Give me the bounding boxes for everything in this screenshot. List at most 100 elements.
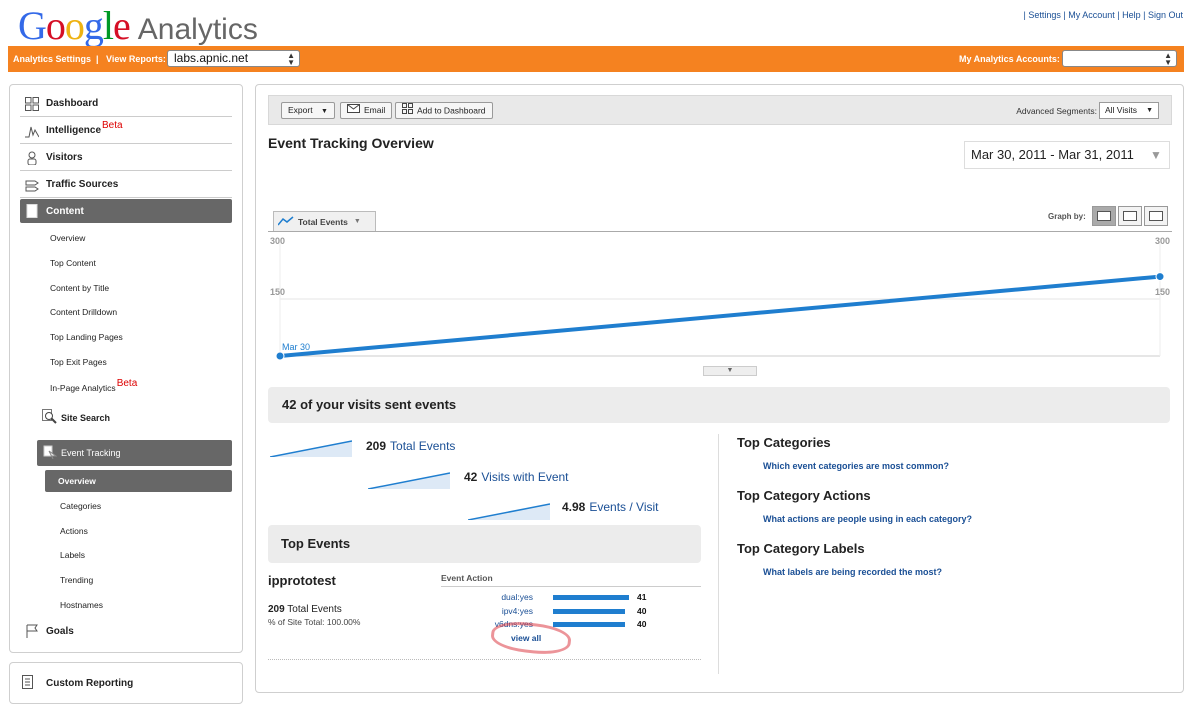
total-events-link[interactable]: Total Events (390, 439, 455, 453)
my-accounts-select[interactable]: ▲ ▼ (1062, 50, 1177, 67)
content-sub-in-page-analytics[interactable]: In-Page AnalyticsBeta (50, 378, 137, 394)
left-nav: Dashboard Intelligence Beta Visitors Traf… (9, 84, 243, 653)
event-category-name: ipprototest (268, 573, 336, 588)
magnifier-icon (42, 409, 57, 426)
nav-content[interactable]: Content (20, 199, 232, 223)
beta-badge: Beta (116, 378, 138, 389)
sparkline-total-events (270, 440, 352, 457)
event-action-bar (553, 595, 629, 600)
event-sub-categories[interactable]: Categories (60, 501, 101, 511)
add-to-dashboard-button[interactable]: Add to Dashboard (395, 102, 493, 119)
analytics-settings-link[interactable]: Analytics Settings (13, 54, 91, 64)
nav-custom-reporting[interactable]: Custom Reporting (9, 662, 243, 704)
nav-goals[interactable]: Goals (20, 618, 232, 644)
event-action-bar (553, 622, 626, 627)
stat-events-per-visit: 4.98 Events / Visit (562, 500, 659, 514)
date-range-picker[interactable]: Mar 30, 2011 - Mar 31, 2011 ▼ (964, 141, 1170, 169)
dropdown-arrow-icon: ▼ (1146, 107, 1153, 114)
sparkline-events-per-visit (468, 503, 550, 520)
content-sub-top-landing-pages[interactable]: Top Landing Pages (50, 332, 123, 342)
event-action-rule (441, 586, 701, 587)
nav-event-tracking[interactable]: Event Tracking (37, 440, 232, 466)
dashboard-icon (24, 96, 40, 112)
page-title: Event Tracking Overview (268, 135, 434, 151)
content-sub-top-content[interactable]: Top Content (50, 258, 96, 268)
logo-google: Google (18, 3, 131, 48)
dropdown-arrow-icon: ▼ (353, 218, 361, 225)
export-button[interactable]: Export ▼ (281, 102, 335, 119)
orange-nav-bar: Analytics Settings | View Reports: labs.… (8, 46, 1184, 72)
settings-link[interactable]: Settings (1028, 10, 1061, 20)
email-button[interactable]: Email (340, 102, 393, 119)
event-sub-overview[interactable]: Overview (45, 470, 232, 492)
envelope-icon (347, 103, 360, 118)
stat-visits-with-event: 42 Visits with Event (464, 470, 569, 484)
series-line-total-events (279, 274, 1161, 358)
dropdown-arrow-icon: ▼ (1150, 148, 1162, 162)
nav-traffic-sources[interactable]: Traffic Sources (20, 172, 232, 198)
nav-site-search[interactable]: Site Search (42, 409, 110, 426)
content-sub-content-by-title[interactable]: Content by Title (50, 283, 109, 293)
graph-by-month-button[interactable] (1144, 206, 1168, 226)
help-link[interactable]: Help (1122, 10, 1141, 20)
chart-resize-handle[interactable]: ▼ (703, 366, 757, 376)
y-tick-label: 150 (270, 287, 285, 297)
content-icon (24, 203, 40, 219)
select-arrows-icon: ▲ ▼ (1164, 51, 1172, 67)
report-toolbar: Export ▼ Email Add to Dashboard Advanced… (268, 95, 1172, 125)
advanced-segments-select[interactable]: All Visits ▼ (1099, 102, 1159, 119)
top-category-actions-link[interactable]: What actions are people using in each ca… (763, 514, 972, 524)
data-point (275, 351, 285, 361)
top-categories-title: Top Categories (737, 435, 831, 450)
top-links: | Settings | My Account | Help | Sign Ou… (1023, 10, 1183, 20)
nav-dashboard[interactable]: Dashboard (20, 91, 232, 117)
event-action-name[interactable]: ipv4:yes (502, 606, 533, 616)
visits-with-event-link[interactable]: Visits with Event (481, 470, 568, 484)
visitor-icon (24, 150, 40, 166)
event-tracking-icon (43, 445, 58, 461)
top-category-actions-title: Top Category Actions (737, 488, 871, 503)
view-all-link[interactable]: view all (511, 633, 541, 643)
graph-by-label: Graph by: (1048, 212, 1086, 221)
calendar-month-icon (1149, 211, 1163, 221)
event-action-name[interactable]: dual:yes (501, 592, 533, 602)
google-analytics-logo: Google Analytics (18, 2, 258, 48)
x-tick-label: Mar 30 (282, 342, 310, 352)
view-reports-select[interactable]: labs.apnic.net ▲ ▼ (167, 50, 300, 67)
top-category-labels-title: Top Category Labels (737, 541, 865, 556)
dropdown-arrow-icon: ▼ (320, 108, 328, 115)
graph-by-day-button[interactable] (1092, 206, 1116, 226)
event-sub-actions[interactable]: Actions (60, 526, 88, 536)
data-point (1155, 272, 1165, 282)
sparkline-visits-with-event (368, 472, 450, 489)
event-sub-hostnames[interactable]: Hostnames (60, 600, 103, 610)
view-reports-label: View Reports: (106, 54, 166, 64)
category-total-events: 209 Total Events (268, 604, 342, 615)
metric-tab-total-events[interactable]: Total Events ▼ (273, 211, 376, 231)
nav-intelligence[interactable]: Intelligence Beta (20, 118, 232, 144)
calendar-week-icon (1123, 211, 1137, 221)
line-chart-svg: 300 300 150 150 Mar 30 (270, 236, 1170, 361)
content-sub-content-drilldown[interactable]: Content Drilldown (50, 307, 117, 317)
nav-visitors[interactable]: Visitors (20, 145, 232, 171)
event-sub-trending[interactable]: Trending (60, 575, 93, 585)
sign-out-link[interactable]: Sign Out (1148, 10, 1183, 20)
top-category-labels-link[interactable]: What labels are being recorded the most? (763, 567, 942, 577)
graph-by-week-button[interactable] (1118, 206, 1142, 226)
event-action-row: ipv4:yes 40 (441, 606, 651, 618)
events-per-visit-link[interactable]: Events / Visit (589, 500, 658, 514)
line-chart-icon (277, 215, 294, 228)
advanced-segments-label: Advanced Segments: (1016, 106, 1097, 116)
content-sub-overview[interactable]: Overview (50, 233, 85, 243)
report-icon (22, 674, 34, 692)
dotted-divider (268, 659, 701, 660)
top-categories-link[interactable]: Which event categories are most common? (763, 461, 949, 471)
event-sub-labels[interactable]: Labels (60, 550, 85, 560)
my-account-link[interactable]: My Account (1068, 10, 1115, 20)
top-events-header: Top Events (268, 525, 701, 563)
content-sub-top-exit-pages[interactable]: Top Exit Pages (50, 357, 107, 367)
stat-total-events: 209 Total Events (366, 439, 456, 453)
site-total-percent: % of Site Total: 100.00% (268, 617, 361, 627)
logo-product: Analytics (137, 13, 258, 46)
dashboard-icon (402, 103, 413, 119)
